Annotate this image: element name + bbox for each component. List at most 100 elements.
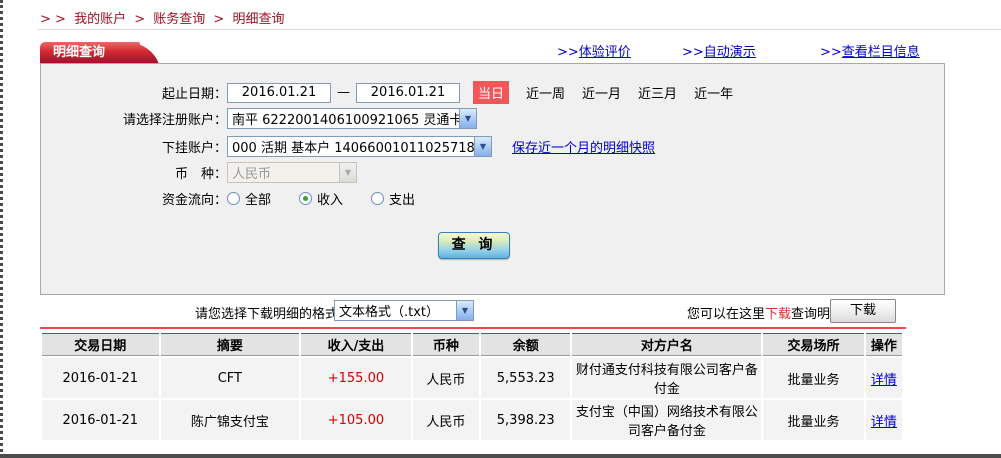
fund-flow-row: 资金流向： 全部 收入 支出 (41, 189, 443, 208)
link-prefix: >> (682, 45, 704, 60)
quick-range-month-button[interactable]: 近一月 (582, 83, 621, 102)
currency-select-disabled: 人民币 ▼ (227, 162, 357, 183)
breadcrumb-prefix: > > (40, 12, 66, 27)
date-range-label: 起止日期： (41, 83, 227, 102)
link-view-column-info[interactable]: >>查看栏目信息 (820, 41, 920, 60)
tab-detail-query[interactable]: 明细查询 (40, 42, 140, 63)
flow-radio-expense-label: 支出 (389, 189, 415, 208)
link-auto-demo[interactable]: >>自动演示 (682, 41, 756, 60)
currency-label: 币 种： (41, 163, 227, 182)
sub-account-row: 下挂账户： 000 活期 基本户 1406600101102571848 ▼ 保… (41, 136, 655, 157)
register-account-row: 请选择注册账户： 南平 6222001406100921065 灵通卡 ▼ (41, 108, 477, 129)
date-from-input[interactable] (227, 83, 331, 103)
cell-summary: 陈广锦支付宝 (161, 400, 300, 440)
col-header-balance: 余额 (481, 333, 570, 356)
currency-value: 人民币 (228, 163, 339, 182)
table-header-row: 交易日期 摘要 收入/支出 币种 余额 对方户名 交易场所 操作 (42, 333, 902, 356)
cell-balance: 5,553.23 (481, 358, 570, 398)
flow-radio-all-label: 全部 (245, 189, 271, 208)
sub-account-select[interactable]: 000 活期 基本户 1406600101102571848 ▼ (227, 136, 492, 157)
link-label: 体验评价 (579, 45, 631, 60)
col-header-date: 交易日期 (42, 333, 159, 356)
chevron-down-icon: ▼ (459, 109, 476, 128)
cell-currency: 人民币 (413, 358, 479, 398)
table-row: 2016-01-21 CFT +155.00 人民币 5,553.23 财付通支… (42, 358, 902, 398)
cell-action: 详情 (866, 358, 902, 398)
link-experience-rating[interactable]: >>体验评价 (557, 41, 631, 60)
cell-amount: +105.00 (301, 400, 411, 440)
cell-currency: 人民币 (413, 400, 479, 440)
detail-link[interactable]: 详情 (871, 373, 897, 388)
date-dash: — (337, 85, 350, 100)
sub-account-label: 下挂账户： (41, 137, 227, 156)
flow-radio-expense[interactable]: 支出 (371, 189, 415, 208)
col-header-venue: 交易场所 (763, 333, 863, 356)
cell-summary: CFT (161, 358, 300, 398)
breadcrumb-item-account-query[interactable]: 账务查询 (153, 12, 205, 27)
breadcrumb-separator: > (134, 12, 145, 27)
download-hint-before: 您可以在这里 (687, 307, 765, 322)
col-header-counterparty: 对方户名 (572, 333, 761, 356)
col-header-action: 操作 (866, 333, 902, 356)
radio-icon (371, 192, 384, 205)
cell-venue: 批量业务 (763, 400, 863, 440)
col-header-summary: 摘要 (161, 333, 300, 356)
tab-title: 明细查询 (53, 45, 105, 60)
red-separator-line (40, 327, 906, 329)
quick-range-quarter-button[interactable]: 近三月 (638, 83, 677, 102)
download-format-select[interactable]: 文本格式（.txt） ▼ (334, 300, 474, 321)
table-row: 2016-01-21 陈广锦支付宝 +105.00 人民币 5,398.23 支… (42, 400, 902, 440)
page-left-dotted-edge (0, 0, 3, 458)
register-account-select[interactable]: 南平 6222001406100921065 灵通卡 ▼ (227, 108, 477, 129)
col-header-currency: 币种 (413, 333, 479, 356)
cell-venue: 批量业务 (763, 358, 863, 398)
detail-link[interactable]: 详情 (871, 415, 897, 430)
register-account-label: 请选择注册账户： (41, 109, 227, 128)
save-monthly-snapshot-link[interactable]: 保存近一个月的明细快照 (512, 137, 655, 156)
cell-counterparty: 支付宝（中国）网络技术有限公司客户备付金 (572, 400, 761, 440)
query-button[interactable]: 查 询 (438, 232, 510, 259)
download-format-value: 文本格式（.txt） (335, 301, 456, 320)
quick-range-year-button[interactable]: 近一年 (694, 83, 733, 102)
query-form-panel: 起止日期： — 当日 近一周 近一月 近三月 近一年 请选择注册账户： 南平 6… (40, 63, 945, 295)
quick-range-today-button[interactable]: 当日 (473, 81, 509, 104)
chevron-down-icon: ▼ (456, 301, 473, 320)
download-button[interactable]: 下载 (830, 299, 896, 323)
link-prefix: >> (820, 45, 842, 60)
col-header-amount: 收入/支出 (301, 333, 411, 356)
results-table-wrap: 交易日期 摘要 收入/支出 币种 余额 对方户名 交易场所 操作 2016-01… (40, 331, 904, 442)
link-prefix: >> (557, 45, 579, 60)
date-range-row: 起止日期： — 当日 近一周 近一月 近三月 近一年 (41, 81, 733, 104)
fund-flow-label: 资金流向： (41, 189, 227, 208)
breadcrumb-divider (38, 29, 1001, 30)
date-to-input[interactable] (356, 83, 460, 103)
cell-counterparty: 财付通支付科技有限公司客户备付金 (572, 358, 761, 398)
breadcrumb-item-detail-query[interactable]: 明细查询 (232, 12, 284, 27)
breadcrumb: > > 我的账户 > 账务查询 > 明细查询 (40, 8, 288, 27)
flow-radio-income-label: 收入 (317, 189, 343, 208)
cell-date: 2016-01-21 (42, 400, 159, 440)
chevron-down-icon: ▼ (474, 137, 491, 156)
download-format-label: 请您选择下载明细的格式 (195, 303, 338, 322)
cell-balance: 5,398.23 (481, 400, 570, 440)
radio-icon (227, 192, 240, 205)
breadcrumb-separator: > (213, 12, 224, 27)
quick-range-week-button[interactable]: 近一周 (526, 83, 565, 102)
cell-date: 2016-01-21 (42, 358, 159, 398)
cell-amount: +155.00 (301, 358, 411, 398)
radio-checked-icon (299, 192, 312, 205)
chevron-down-icon: ▼ (339, 163, 356, 182)
detail-query-page: > > 我的账户 > 账务查询 > 明细查询 明细查询 >>体验评价 >>自动演… (0, 0, 1001, 458)
page-bottom-bar (0, 454, 1001, 458)
download-hint-link[interactable]: 下载 (765, 307, 791, 322)
link-label: 查看栏目信息 (842, 45, 920, 60)
register-account-value: 南平 6222001406100921065 灵通卡 (228, 109, 459, 128)
breadcrumb-item-my-account[interactable]: 我的账户 (74, 12, 126, 27)
flow-radio-income[interactable]: 收入 (299, 189, 343, 208)
results-table: 交易日期 摘要 收入/支出 币种 余额 对方户名 交易场所 操作 2016-01… (40, 331, 904, 442)
cell-action: 详情 (866, 400, 902, 440)
link-label: 自动演示 (704, 45, 756, 60)
sub-account-value: 000 活期 基本户 1406600101102571848 (228, 137, 474, 156)
flow-radio-all[interactable]: 全部 (227, 189, 271, 208)
currency-row: 币 种： 人民币 ▼ (41, 162, 357, 183)
